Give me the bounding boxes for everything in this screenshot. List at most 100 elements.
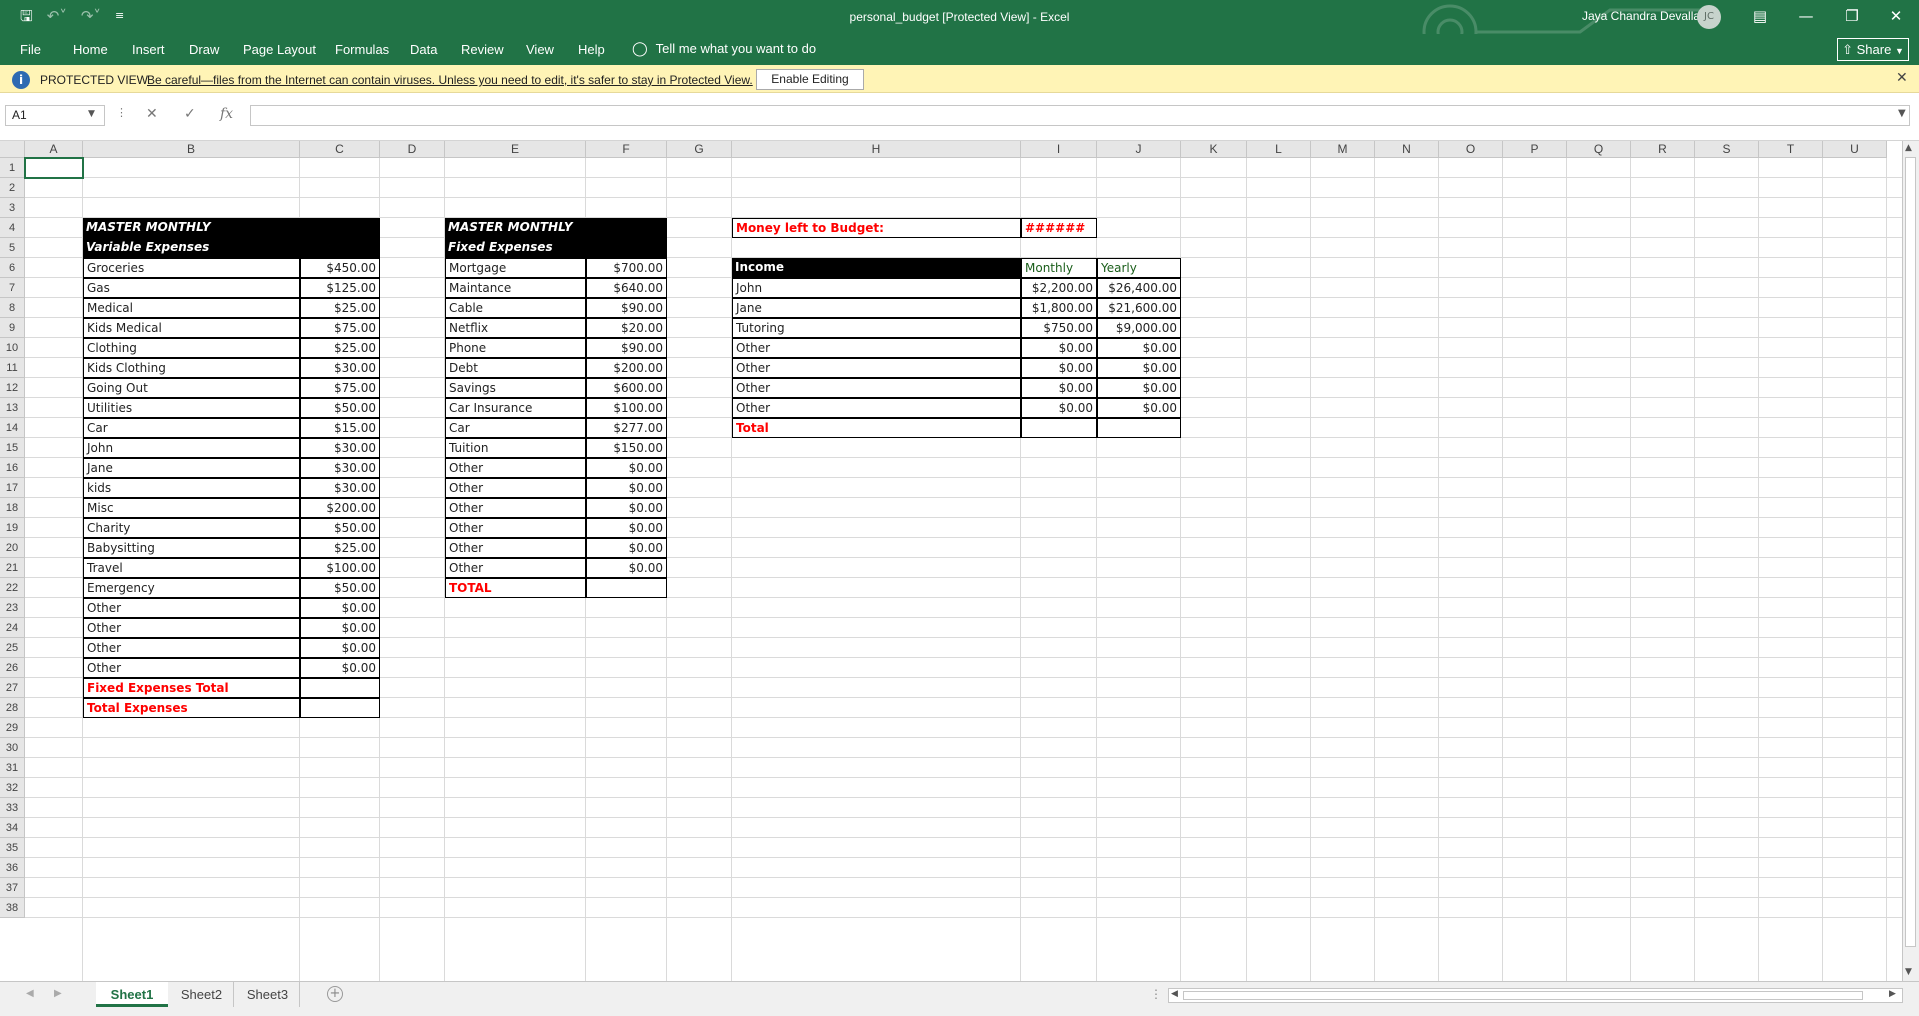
fixed-total-value[interactable] — [586, 578, 667, 598]
income-label[interactable]: John — [732, 278, 1021, 298]
fixed-label[interactable]: Other — [445, 518, 586, 538]
fixed-amount[interactable]: $0.00 — [586, 458, 667, 478]
close-icon[interactable]: ✕ — [1896, 70, 1908, 86]
fixed-amount[interactable]: $277.00 — [586, 418, 667, 438]
column-header[interactable]: T — [1759, 141, 1823, 158]
scroll-down-icon[interactable]: ▼ — [1905, 967, 1912, 977]
expense-amount[interactable]: $25.00 — [300, 338, 380, 358]
tab-help[interactable]: Help — [578, 42, 605, 57]
expense-amount[interactable]: $75.00 — [300, 318, 380, 338]
fixed-label[interactable]: Other — [445, 558, 586, 578]
income-yearly[interactable]: $9,000.00 — [1097, 318, 1181, 338]
expense-label[interactable]: Misc — [83, 498, 300, 518]
scroll-thumb[interactable] — [1905, 157, 1916, 947]
expense-amount[interactable]: $25.00 — [300, 298, 380, 318]
variable-subheading[interactable]: Variable Expenses — [83, 238, 380, 258]
expense-label[interactable]: Other — [83, 618, 300, 638]
column-header[interactable]: U — [1823, 141, 1887, 158]
fixed-label[interactable]: Car Insurance — [445, 398, 586, 418]
row-header[interactable]: 7 — [0, 278, 25, 298]
row-header[interactable]: 5 — [0, 238, 25, 258]
fixed-amount[interactable]: $200.00 — [586, 358, 667, 378]
column-header[interactable]: I — [1021, 141, 1097, 158]
ribbon-display-options-icon[interactable]: ▤ — [1737, 0, 1783, 34]
expense-amount[interactable]: $125.00 — [300, 278, 380, 298]
restore-icon[interactable]: ❐ — [1829, 0, 1875, 34]
fixed-heading[interactable]: MASTER MONTHLY — [445, 218, 667, 238]
row-header[interactable]: 21 — [0, 558, 25, 578]
fixed-amount[interactable]: $100.00 — [586, 398, 667, 418]
expense-label[interactable]: Babysitting — [83, 538, 300, 558]
spreadsheet-grid[interactable]: A B C D E F G H I J K L M N O P Q R S T U 1 2 3 4 5 6 7 8 9 10 11 12 13 14… — [0, 141, 1902, 981]
row-header[interactable]: 10 — [0, 338, 25, 358]
expense-amount[interactable]: $200.00 — [300, 498, 380, 518]
row-header[interactable]: 35 — [0, 838, 25, 858]
tab-file[interactable]: File — [20, 42, 41, 57]
scroll-right-icon[interactable]: ▶ — [1889, 989, 1896, 999]
row-header[interactable]: 20 — [0, 538, 25, 558]
fixed-amount[interactable]: $600.00 — [586, 378, 667, 398]
column-header[interactable]: J — [1097, 141, 1181, 158]
expense-amount[interactable]: $30.00 — [300, 458, 380, 478]
expense-amount[interactable]: $30.00 — [300, 438, 380, 458]
row-header[interactable]: 11 — [0, 358, 25, 378]
fixed-label[interactable]: Mortgage — [445, 258, 586, 278]
row-header[interactable]: 17 — [0, 478, 25, 498]
row-header[interactable]: 34 — [0, 818, 25, 838]
income-label[interactable]: Tutoring — [732, 318, 1021, 338]
row-header[interactable]: 16 — [0, 458, 25, 478]
column-header[interactable]: H — [732, 141, 1021, 158]
expand-formula-icon[interactable]: ▼ — [1898, 108, 1906, 119]
fixed-amount[interactable]: $0.00 — [586, 558, 667, 578]
row-header[interactable]: 24 — [0, 618, 25, 638]
column-header[interactable]: S — [1695, 141, 1759, 158]
row-header[interactable]: 29 — [0, 718, 25, 738]
variable-heading[interactable]: MASTER MONTHLY — [83, 218, 380, 238]
row-header[interactable]: 9 — [0, 318, 25, 338]
expense-amount[interactable]: $50.00 — [300, 398, 380, 418]
tab-draw[interactable]: Draw — [189, 42, 219, 57]
column-header[interactable]: Q — [1567, 141, 1631, 158]
fixed-amount[interactable]: $150.00 — [586, 438, 667, 458]
tab-data[interactable]: Data — [410, 42, 437, 57]
row-header[interactable]: 14 — [0, 418, 25, 438]
income-label[interactable]: Other — [732, 378, 1021, 398]
row-header[interactable]: 37 — [0, 878, 25, 898]
row-header[interactable]: 30 — [0, 738, 25, 758]
expense-label[interactable]: John — [83, 438, 300, 458]
fixed-label[interactable]: Phone — [445, 338, 586, 358]
row-header[interactable]: 15 — [0, 438, 25, 458]
tab-page-layout[interactable]: Page Layout — [243, 42, 316, 57]
fixed-amount[interactable]: $700.00 — [586, 258, 667, 278]
income-yearly[interactable]: $26,400.00 — [1097, 278, 1181, 298]
tab-home[interactable]: Home — [73, 42, 108, 57]
sheet-tab-3[interactable]: Sheet3 — [236, 982, 300, 1007]
chevron-down-icon[interactable]: ▼ — [88, 109, 95, 119]
money-left-value[interactable]: ###### — [1021, 218, 1097, 238]
expense-label[interactable]: Kids Clothing — [83, 358, 300, 378]
fixed-label[interactable]: Tuition — [445, 438, 586, 458]
total-expenses-value[interactable] — [300, 698, 380, 718]
protected-view-message[interactable]: Be careful—files from the Internet can c… — [147, 73, 753, 87]
fixed-label[interactable]: Maintance — [445, 278, 586, 298]
income-header[interactable]: Income — [732, 258, 1021, 278]
income-monthly[interactable]: $0.00 — [1021, 358, 1097, 378]
row-header[interactable]: 36 — [0, 858, 25, 878]
income-yearly[interactable]: $0.00 — [1097, 378, 1181, 398]
column-header[interactable]: N — [1375, 141, 1439, 158]
enable-editing-button[interactable]: Enable Editing — [756, 69, 864, 90]
row-header[interactable]: 33 — [0, 798, 25, 818]
fixed-label[interactable]: Other — [445, 498, 586, 518]
income-monthly[interactable]: $750.00 — [1021, 318, 1097, 338]
expense-label[interactable]: Other — [83, 638, 300, 658]
fixed-amount[interactable]: $90.00 — [586, 338, 667, 358]
income-label[interactable]: Other — [732, 398, 1021, 418]
fixed-label[interactable]: Debt — [445, 358, 586, 378]
fixed-label[interactable]: Other — [445, 478, 586, 498]
expense-label[interactable]: Charity — [83, 518, 300, 538]
row-header[interactable]: 6 — [0, 258, 25, 278]
column-header[interactable]: B — [83, 141, 300, 158]
formula-input[interactable] — [250, 105, 1910, 126]
fixed-label[interactable]: Netflix — [445, 318, 586, 338]
fixed-expenses-total-value[interactable] — [300, 678, 380, 698]
